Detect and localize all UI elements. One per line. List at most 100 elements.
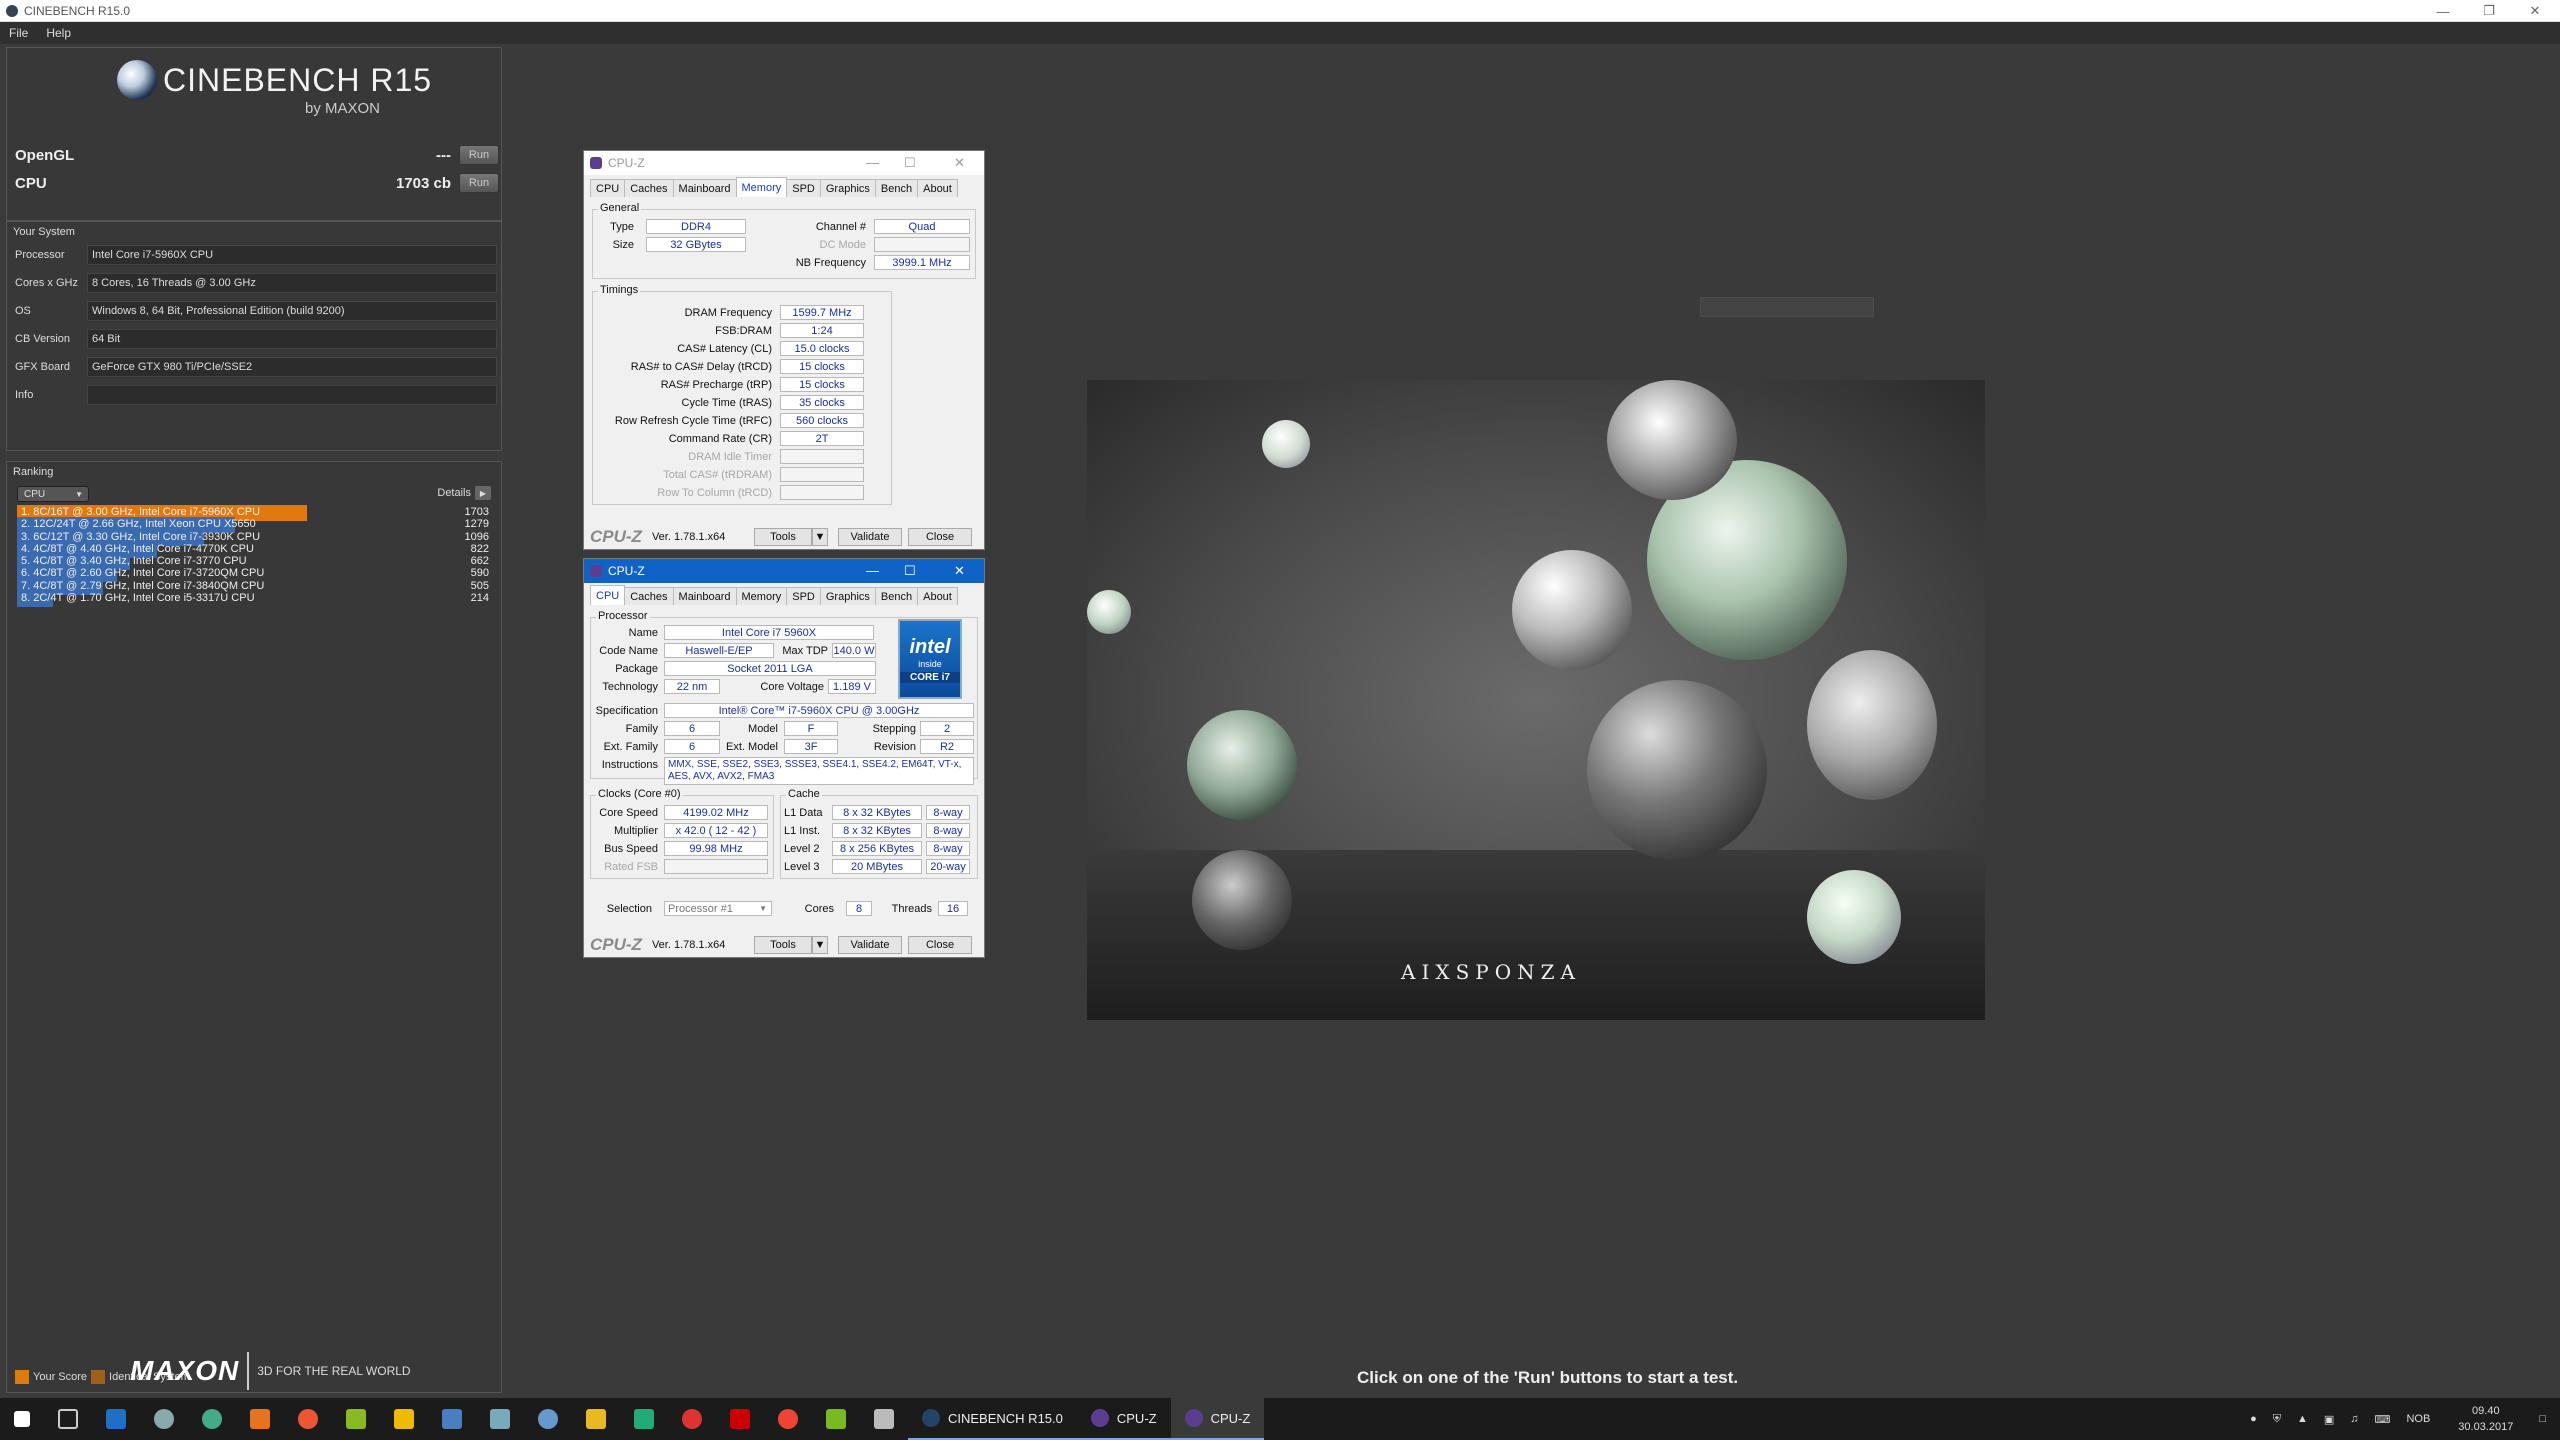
restore-icon[interactable]: ❐: [2466, 0, 2512, 22]
color-wheel-icon[interactable]: [298, 1409, 318, 1429]
ext-family-field: 6: [664, 739, 720, 754]
app-icon[interactable]: [490, 1409, 510, 1429]
app-icon[interactable]: [250, 1409, 270, 1429]
tab-bench[interactable]: Bench: [874, 587, 919, 605]
tab-mainboard[interactable]: Mainboard: [672, 179, 737, 197]
run-cpu-button[interactable]: Run: [459, 173, 499, 193]
volume-icon[interactable]: ♫: [2350, 1413, 2358, 1425]
tab-spd[interactable]: SPD: [786, 587, 821, 605]
close-icon[interactable]: ✕: [954, 563, 965, 579]
tab-graphics[interactable]: Graphics: [819, 587, 876, 605]
task-view-icon[interactable]: [58, 1409, 78, 1429]
processor-select[interactable]: Processor #1 ▼: [664, 901, 772, 916]
aida64-icon[interactable]: [730, 1409, 750, 1429]
tab-memory[interactable]: Memory: [735, 177, 788, 197]
language-indicator[interactable]: NOB: [2406, 1413, 2430, 1425]
details-button[interactable]: Details ▶: [437, 486, 491, 500]
ranking-row[interactable]: 8. 2C/4T @ 1.70 GHz, Intel Core i5-3317U…: [17, 590, 493, 608]
tab-about[interactable]: About: [917, 179, 958, 197]
cinebench-app-icon: [922, 1409, 940, 1427]
chrome-icon[interactable]: [778, 1409, 798, 1429]
windows-start-icon[interactable]: [14, 1411, 30, 1427]
xbox-icon[interactable]: [202, 1409, 222, 1429]
app-icon[interactable]: [538, 1409, 558, 1429]
menu-file[interactable]: File: [0, 26, 37, 40]
close-icon[interactable]: ✕: [954, 155, 965, 171]
minimize-icon[interactable]: —: [866, 563, 879, 578]
ranking-select[interactable]: CPU ▼: [17, 486, 89, 502]
calculator-icon[interactable]: [874, 1409, 894, 1429]
test-name: OpenGL: [15, 146, 75, 164]
timing-label: CAS# Latency (CL): [677, 343, 772, 355]
tools-button[interactable]: Tools: [754, 936, 812, 954]
lightning-icon[interactable]: [394, 1409, 414, 1429]
cache-way-field: 20-way: [926, 859, 970, 874]
ornament-sphere: [1262, 420, 1310, 468]
ornament-sphere: [1512, 550, 1632, 670]
system-row: Info: [15, 384, 497, 406]
tab-bench[interactable]: Bench: [874, 179, 919, 197]
people-icon[interactable]: ●: [2250, 1413, 2257, 1425]
close-button[interactable]: Close: [908, 936, 972, 954]
taskbar-app-cpuz[interactable]: CPU-Z: [1170, 1398, 1265, 1440]
close-button[interactable]: Close: [908, 528, 972, 546]
tab-caches[interactable]: Caches: [624, 179, 674, 197]
validate-button[interactable]: Validate: [838, 528, 902, 546]
minimize-icon[interactable]: —: [2420, 0, 2466, 22]
tools-dropdown-icon[interactable]: ▼: [812, 528, 828, 546]
antivirus-icon[interactable]: ▲: [2297, 1413, 2308, 1425]
tab-spd[interactable]: SPD: [786, 179, 821, 197]
your-score-swatch: [15, 1370, 29, 1384]
taskbar-app-cinebench[interactable]: CINEBENCH R15.0: [908, 1398, 1077, 1440]
validate-button[interactable]: Validate: [838, 936, 902, 954]
run-opengl-button[interactable]: Run: [459, 145, 499, 165]
logo-subtitle: by MAXON: [305, 100, 381, 117]
steam-icon[interactable]: [442, 1409, 462, 1429]
maxon-logo: MAXON 3D FOR THE REAL WORLD: [130, 1352, 411, 1390]
app-icon[interactable]: [682, 1409, 702, 1429]
system-row: OS Windows 8, 64 Bit, Professional Editio…: [15, 300, 497, 322]
notifications-icon[interactable]: □: [2539, 1413, 2546, 1425]
folder-icon[interactable]: [586, 1409, 606, 1429]
minimize-icon[interactable]: —: [866, 155, 879, 170]
tab-cpu[interactable]: CPU: [590, 179, 626, 197]
clock[interactable]: 09.40 30.03.2017: [2458, 1403, 2513, 1435]
tab-cpu[interactable]: CPU: [590, 585, 626, 605]
tab-graphics[interactable]: Graphics: [819, 179, 876, 197]
info-input[interactable]: [87, 385, 497, 405]
shield-icon[interactable]: ⛨: [2273, 1413, 2281, 1426]
ornament-sphere: [1587, 680, 1767, 860]
app-icon[interactable]: [634, 1409, 654, 1429]
tools-dropdown-icon[interactable]: ▼: [812, 936, 828, 954]
cinebench-app-icon: [6, 4, 18, 17]
rated-fsb-field: [664, 859, 768, 874]
chevron-down-icon: ▼: [75, 490, 83, 499]
system-row: Cores x GHz 8 Cores, 16 Threads @ 3.00 GH…: [15, 272, 497, 294]
close-icon[interactable]: ✕: [2512, 0, 2558, 22]
taskbar-app-cpuz[interactable]: CPU-Z: [1076, 1398, 1171, 1440]
browser-icon[interactable]: [154, 1409, 174, 1429]
arrow-right-icon: ▶: [475, 486, 491, 500]
cpuz-tabs: CPU Caches Mainboard Memory SPD Graphics Bench…: [590, 585, 958, 605]
tab-memory[interactable]: Memory: [735, 587, 788, 605]
cache-size-field: 8 x 32 KBytes: [832, 823, 922, 838]
timing-field: [780, 485, 864, 500]
dc-mode-field: [874, 237, 970, 252]
your-system-legend: Your System: [13, 226, 75, 238]
ranking-label: 8. 2C/4T @ 1.70 GHz, Intel Core i5-3317U…: [21, 591, 255, 604]
max-tdp-field: 140.0 W: [832, 643, 876, 658]
ranking-legend: Ranking: [13, 466, 54, 478]
tools-button[interactable]: Tools: [754, 528, 812, 546]
keyboard-icon[interactable]: ⌨: [2375, 1413, 2391, 1426]
hwinfo-icon[interactable]: [106, 1409, 126, 1429]
cpuz-brand: CPU-Z: [590, 527, 642, 546]
tab-caches[interactable]: Caches: [624, 587, 674, 605]
bus-speed-field: 99.98 MHz: [664, 841, 768, 856]
network-icon[interactable]: ▣: [2324, 1413, 2334, 1426]
menu-help[interactable]: Help: [37, 26, 80, 40]
nvidia-icon[interactable]: [826, 1409, 846, 1429]
app-icon[interactable]: [346, 1409, 366, 1429]
timing-label: Command Rate (CR): [668, 433, 772, 445]
tab-about[interactable]: About: [917, 587, 958, 605]
tab-mainboard[interactable]: Mainboard: [672, 587, 737, 605]
